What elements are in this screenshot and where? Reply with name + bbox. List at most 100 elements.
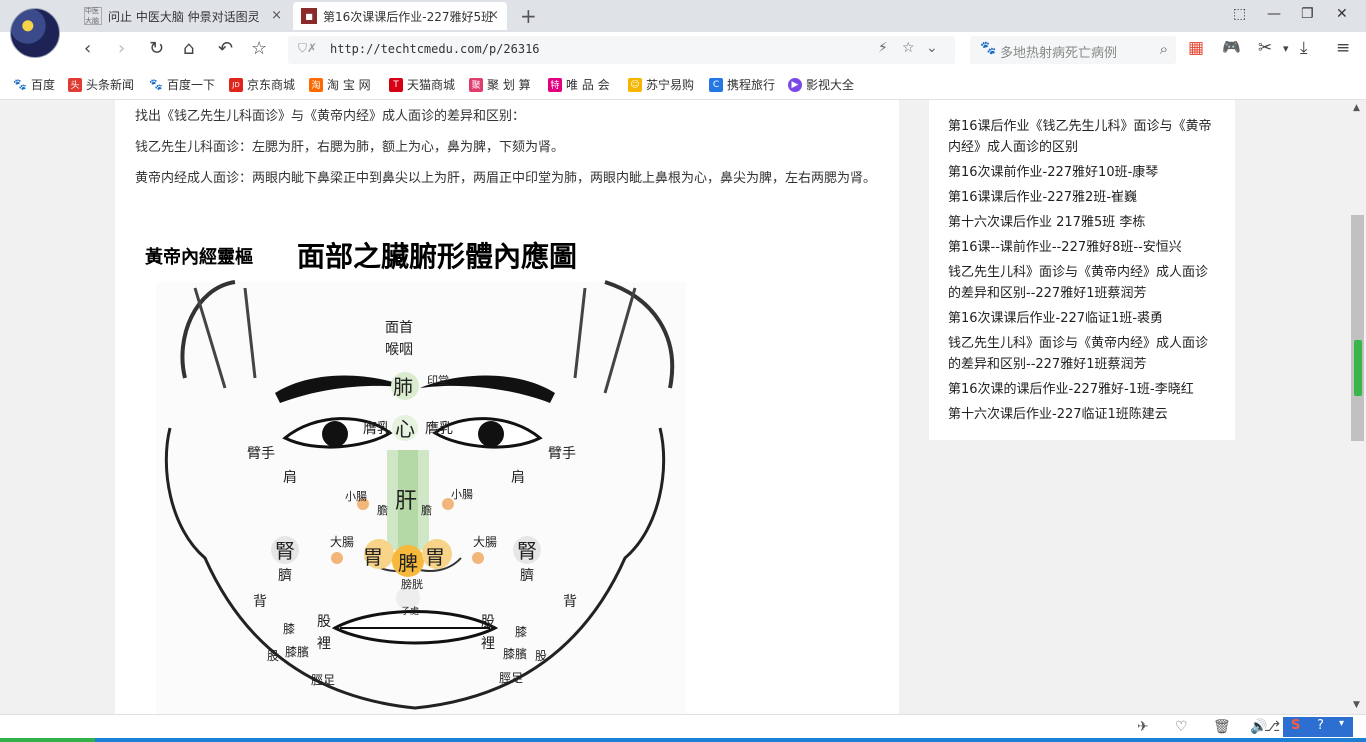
label-bei-left: 背	[253, 594, 267, 610]
label-bishou-left: 臂手	[247, 446, 275, 462]
close-icon[interactable]: ×	[488, 8, 499, 23]
scrollbar-grip[interactable]	[1354, 340, 1362, 396]
suning-icon: ☺	[628, 77, 642, 92]
scissors-icon[interactable]: ✂	[1258, 38, 1272, 58]
label-li-right: 裡	[481, 636, 495, 652]
ime-indicator[interactable]: S ? ▾	[1283, 717, 1353, 737]
scroll-down-arrow[interactable]: ▼	[1353, 700, 1360, 710]
ctrip-icon: C	[709, 77, 723, 92]
label-dachang-right: 大腸	[473, 535, 497, 549]
baidu-icon: 🐾	[149, 78, 163, 91]
bookmark-toutiao[interactable]: 头头条新闻	[68, 76, 134, 93]
branch-icon[interactable]: ⎇	[1264, 719, 1280, 735]
security-warning-icon[interactable]: ⛉✗	[298, 41, 317, 56]
toutiao-icon: 头	[68, 77, 82, 92]
plane-icon[interactable]: ✈	[1137, 719, 1149, 735]
favorite-icon[interactable]: ☆	[251, 38, 267, 59]
label-fei: 肺	[393, 375, 413, 399]
label-dan-left: 膽	[377, 503, 388, 517]
bookmark-suning[interactable]: ☺ 苏宁易购	[628, 76, 694, 93]
label-wei-left: 胃	[363, 545, 383, 569]
bookmark-jd[interactable]: JD 京东商城	[229, 76, 295, 93]
label-shen-right: 腎	[517, 539, 537, 563]
lightning-icon[interactable]: ⚡	[878, 40, 888, 56]
label-xi-left: 膝	[283, 622, 295, 636]
forward-icon[interactable]: ›	[118, 38, 125, 59]
bookmark-label: 百度一下	[167, 78, 216, 92]
scissors-dropdown-icon[interactable]: ▾	[1283, 42, 1289, 55]
download-icon[interactable]: ⤓	[1300, 38, 1308, 58]
label-pangguang: 膀胱	[401, 577, 423, 591]
user-avatar[interactable]	[10, 8, 60, 58]
game-icon[interactable]: 🎮	[1222, 38, 1241, 56]
search-placeholder[interactable]: 多地热射病死亡病例	[1000, 42, 1117, 61]
search-box[interactable]: 🐾 多地热射病死亡病例 ⌕	[970, 36, 1176, 64]
related-link[interactable]: 第16课后作业《钱乙先生儿科》面诊与《黄帝内经》成人面诊的区别	[948, 116, 1220, 158]
reload-icon[interactable]: ↻	[149, 38, 164, 59]
label-li-left: 裡	[317, 636, 331, 652]
bookmark-star-icon[interactable]: ☆	[902, 40, 915, 56]
heart-icon[interactable]: ♡	[1175, 719, 1188, 735]
vip-icon: 特	[548, 77, 562, 92]
label-yingru-left: 膺乳	[363, 421, 391, 437]
article-body: 找出《钱乙先生儿科面诊》与《黄帝内经》成人面诊的差异和区别： 钱乙先生儿科面诊：…	[115, 100, 899, 714]
bookmark-taobao[interactable]: 淘淘 宝 网	[309, 76, 371, 93]
bookmark-yingshi[interactable]: ▶ 影视大全	[788, 76, 854, 93]
baidu-icon: 🐾	[13, 78, 27, 91]
label-qi-right: 臍	[520, 568, 534, 584]
bookmark-juhuasuan[interactable]: 聚聚 划 算	[469, 76, 531, 93]
back-icon[interactable]: ‹	[84, 38, 91, 59]
minimize-button[interactable]: —	[1267, 6, 1281, 22]
article-paragraph: 找出《钱乙先生儿科面诊》与《黄帝内经》成人面诊的差异和区别：	[135, 109, 526, 124]
bookmark-baidu[interactable]: 🐾 百度	[13, 76, 55, 93]
related-link[interactable]: 第十六次课后作业-227临证1班陈建云	[948, 404, 1220, 425]
label-xi-right: 膝	[515, 625, 527, 639]
baidu-paw-icon: 🐾	[980, 41, 997, 56]
label-bishou-right: 臂手	[548, 446, 576, 462]
bookmark-label: 淘 宝 网	[327, 78, 371, 92]
face-organ-diagram: 黃帝內經靈樞 面部之臟腑形體內應圖 面首 喉咽 肺 印堂 心 膺乳 膺乳 肝 膽…	[135, 228, 695, 714]
bookmark-ctrip[interactable]: C 携程旅行	[709, 76, 775, 93]
apps-grid-icon[interactable]: ▦	[1188, 38, 1204, 58]
related-link[interactable]: 第十六次课后作业 217雅5班 李栋	[948, 212, 1220, 233]
undo-icon[interactable]: ↶	[218, 38, 233, 59]
label-pi: 脾	[398, 551, 418, 575]
bookmark-label: 携程旅行	[727, 78, 776, 92]
bookmark-vip[interactable]: 特唯 品 会	[548, 76, 610, 93]
page-content: 找出《钱乙先生儿科面诊》与《黄帝内经》成人面诊的差异和区别： 钱乙先生儿科面诊：…	[0, 100, 1350, 714]
bookmark-baidu-yixia[interactable]: 🐾 百度一下	[149, 76, 215, 93]
new-tab-button[interactable]: +	[520, 4, 537, 28]
related-link[interactable]: 第16课课后作业-227雅2班-崔巍	[948, 187, 1220, 208]
scroll-up-arrow[interactable]: ▲	[1353, 103, 1360, 113]
bookmark-label: 京东商城	[247, 78, 296, 92]
related-link[interactable]: 第16次课前作业-227雅好10班-康琴	[948, 162, 1220, 183]
label-mianshou: 面首	[385, 320, 413, 336]
related-link[interactable]: 钱乙先生儿科》面诊与《黄帝内经》成人面诊的差异和区别--227雅好1班蔡润芳	[948, 262, 1220, 304]
taobao-icon: 淘	[309, 77, 323, 92]
yingshi-icon: ▶	[788, 77, 802, 92]
close-window-button[interactable]: ✕	[1336, 6, 1348, 22]
pin-icon[interactable]: ⬚	[1233, 6, 1246, 22]
related-link[interactable]: 第16次课的课后作业-227雅好-1班-李晓红	[948, 379, 1220, 400]
menu-icon[interactable]: ≡	[1336, 38, 1350, 58]
vertical-scrollbar[interactable]: ▲ ▼	[1350, 100, 1366, 714]
address-bar[interactable]: ⛉✗ http://techtcmedu.com/p/26316 ⚡ ☆ ⌄	[288, 36, 955, 64]
url-text[interactable]: http://techtcmedu.com/p/26316	[330, 42, 540, 56]
related-link[interactable]: 钱乙先生儿科》面诊与《黄帝内经》成人面诊的差异和区别--227雅好1班蔡润芳	[948, 333, 1220, 375]
tab-zhongyi-danao[interactable]: 中医大脑 问止 中医大脑 仲景对话图灵 ×	[76, 2, 290, 30]
bookmark-label: 百度	[31, 78, 56, 92]
scrollbar-thumb[interactable]	[1351, 215, 1364, 441]
chevron-down-icon[interactable]: ⌄	[926, 40, 938, 56]
label-xibin-left: 膝臏	[285, 644, 309, 659]
trash-icon[interactable]: 🗑	[1213, 719, 1231, 735]
tab-active-homework[interactable]: ■ 第16次课课后作业-227雅好5班 ×	[293, 2, 507, 30]
close-icon[interactable]: ×	[271, 8, 282, 23]
bookmark-label: 苏宁易购	[646, 78, 695, 92]
related-link[interactable]: 第16课--课前作业--227雅好8班--安恒兴	[948, 237, 1220, 258]
search-icon[interactable]: ⌕	[1160, 40, 1168, 58]
related-link[interactable]: 第16次课课后作业-227临证1班-裘勇	[948, 308, 1220, 329]
bookmark-tmall[interactable]: T 天猫商城	[389, 76, 455, 93]
restore-button[interactable]: ❐	[1301, 6, 1314, 22]
home-icon[interactable]: ⌂	[183, 38, 194, 59]
label-shen-left: 腎	[275, 539, 295, 563]
